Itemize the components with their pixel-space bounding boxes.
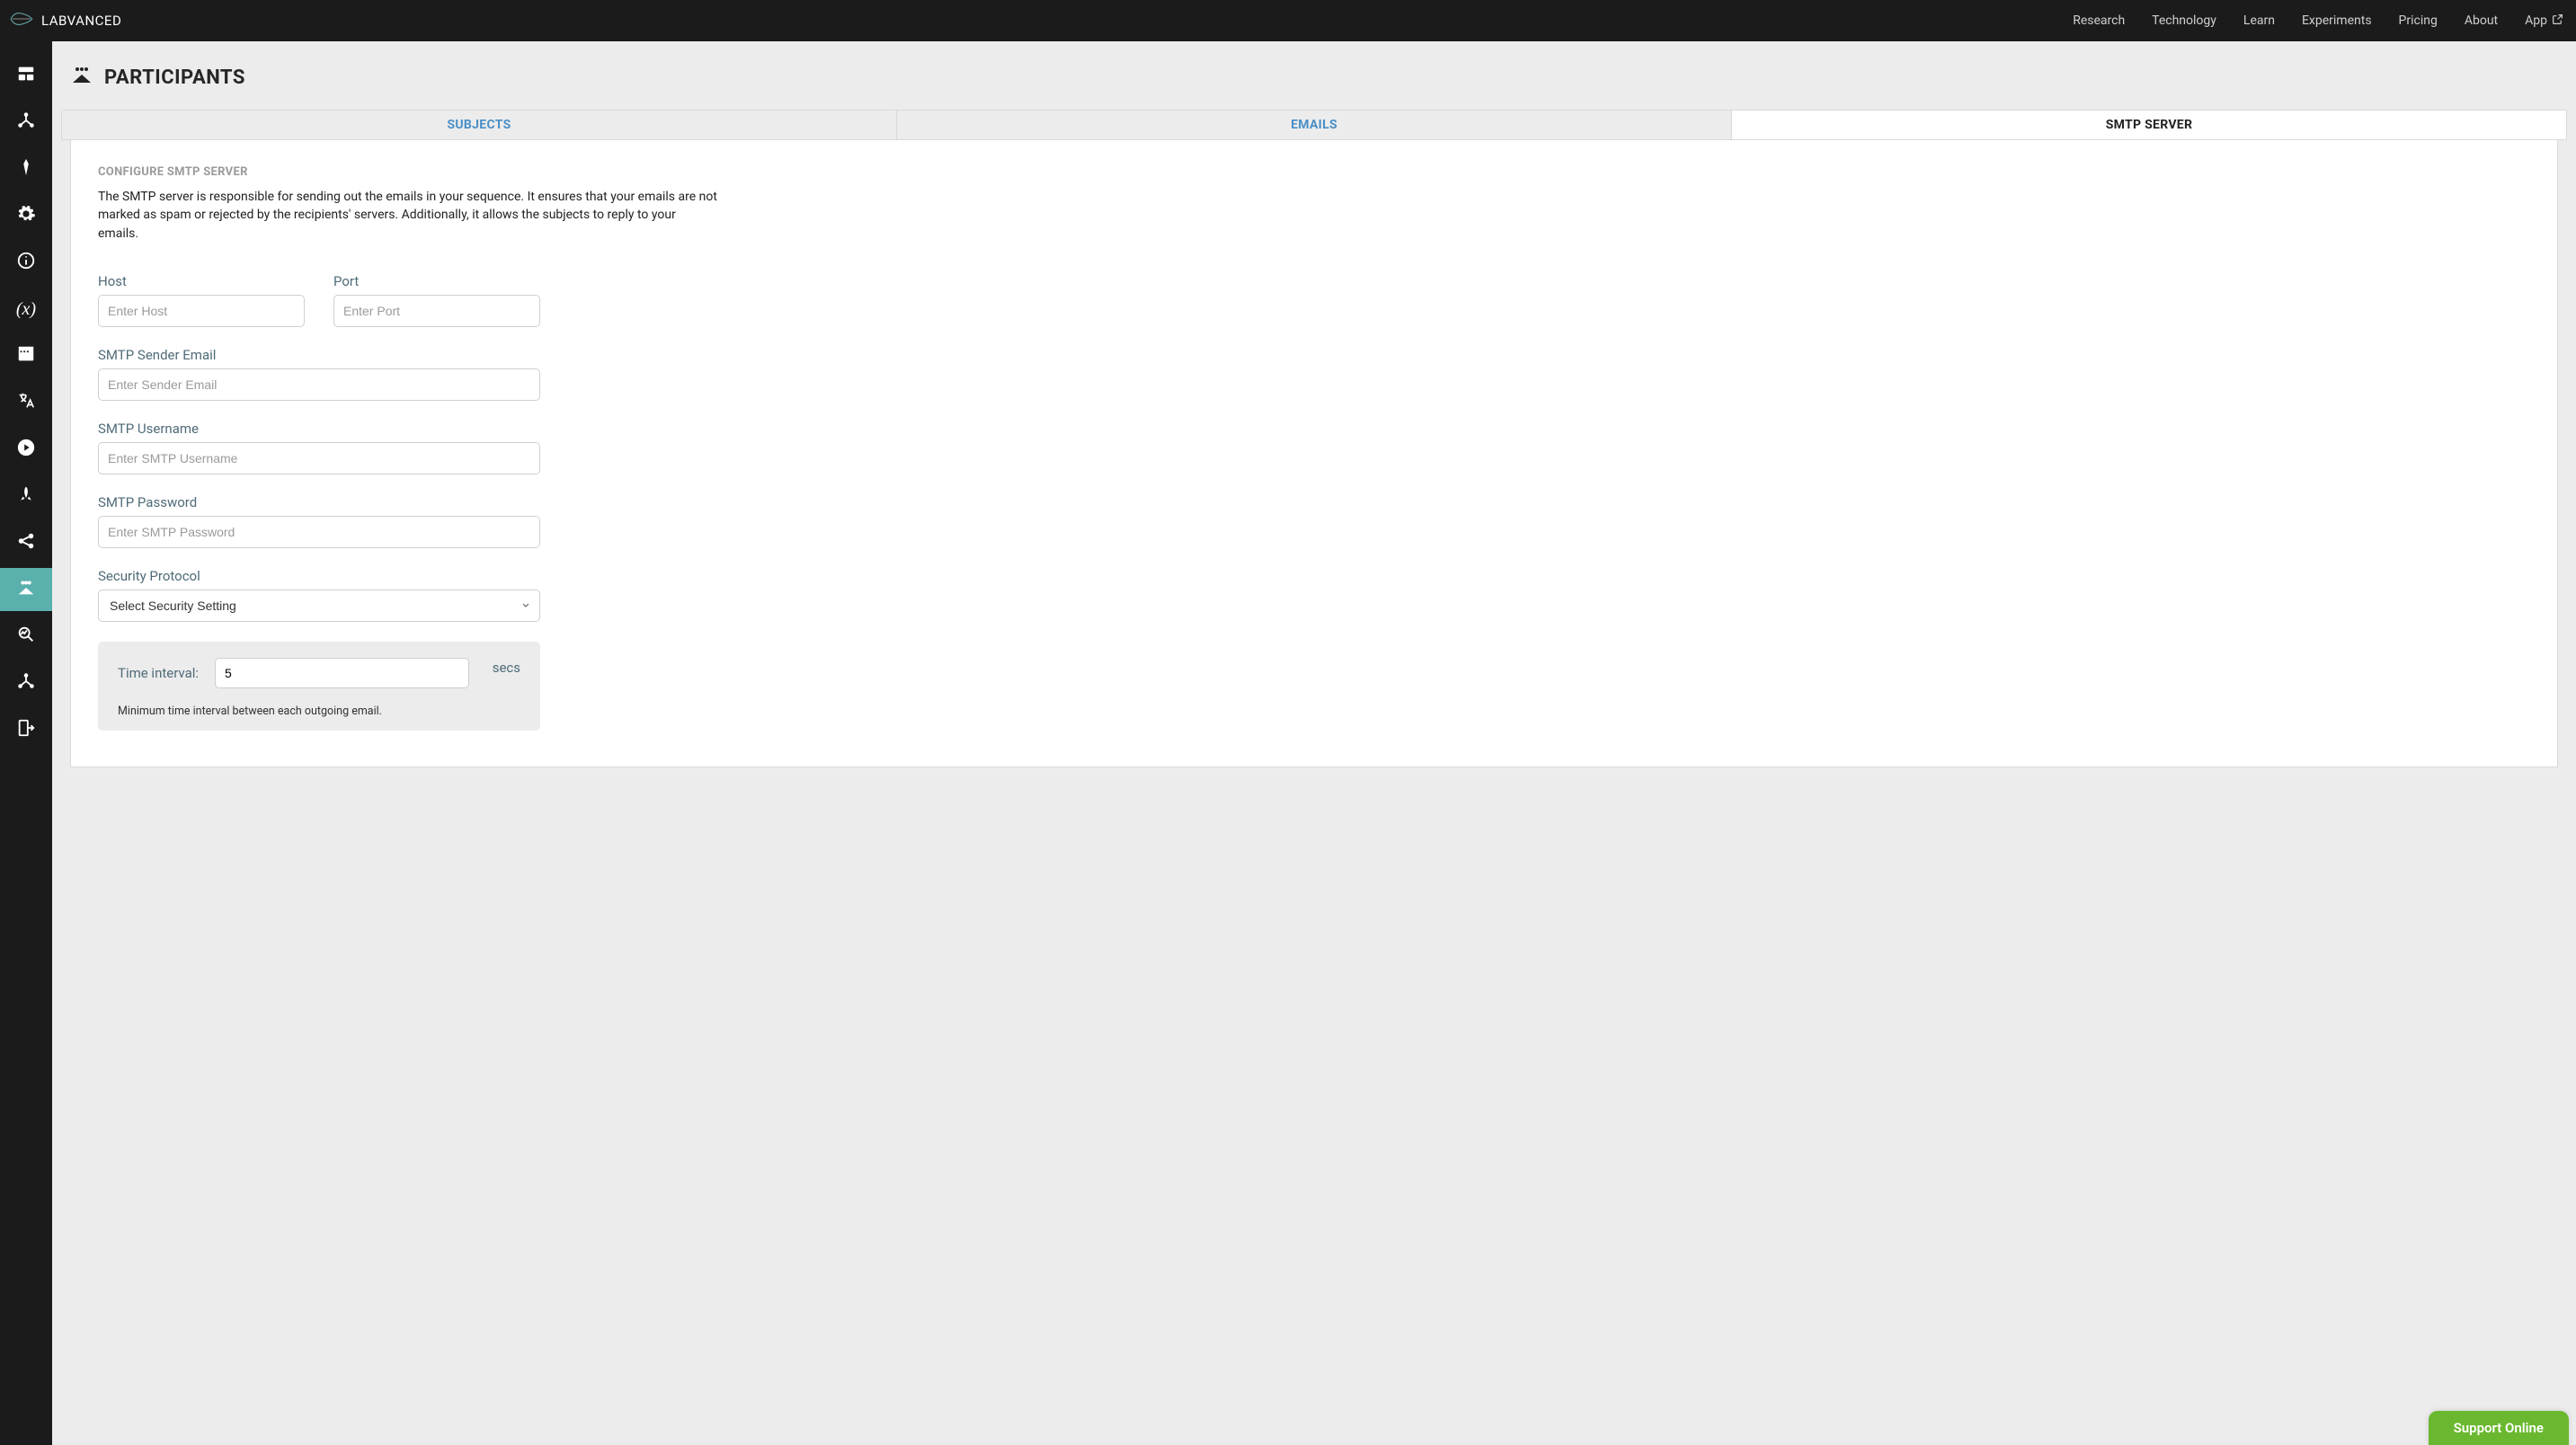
topbar: LABVANCED Research Technology Learn Expe… <box>0 0 2576 41</box>
security-protocol-select[interactable]: Select Security Setting <box>98 590 540 622</box>
time-interval-input[interactable] <box>215 658 469 688</box>
sidebar-item-participants[interactable] <box>0 568 52 611</box>
sidebar-item-logout[interactable] <box>0 708 52 751</box>
tab-subjects[interactable]: SUBJECTS <box>62 111 897 139</box>
dashboard-icon <box>16 64 36 87</box>
nav-pricing[interactable]: Pricing <box>2399 13 2438 28</box>
sidebar-item-settings[interactable] <box>0 194 52 237</box>
play-icon <box>16 438 36 461</box>
nav-app-label: App <box>2525 13 2547 28</box>
sender-email-input[interactable] <box>98 368 540 401</box>
smtp-username-label: SMTP Username <box>98 421 2530 437</box>
tabs: SUBJECTS EMAILS SMTP SERVER <box>61 110 2567 140</box>
host-input[interactable] <box>98 295 305 327</box>
brand-name: LABVANCED <box>41 13 121 29</box>
info-icon <box>16 251 36 274</box>
content: PARTICIPANTS SUBJECTS EMAILS SMTP SERVER… <box>52 41 2576 1445</box>
export-icon <box>16 671 36 695</box>
time-interval-unit: secs <box>493 658 520 676</box>
nav-research[interactable]: Research <box>2073 13 2125 28</box>
sidebar-item-structure[interactable] <box>0 101 52 144</box>
nav-technology[interactable]: Technology <box>2152 13 2216 28</box>
translate-icon <box>16 391 36 414</box>
variables-icon: (x) <box>16 300 36 318</box>
smtp-password-label: SMTP Password <box>98 494 2530 510</box>
smtp-panel: CONFIGURE SMTP SERVER The SMTP server is… <box>70 140 2558 767</box>
gear-icon <box>16 204 36 227</box>
sidebar-item-share[interactable] <box>0 521 52 564</box>
sender-email-label: SMTP Sender Email <box>98 347 2530 363</box>
sidebar-item-export[interactable] <box>0 661 52 705</box>
logout-icon <box>16 718 36 741</box>
sidebar-item-run[interactable] <box>0 428 52 471</box>
share-icon <box>16 531 36 554</box>
tab-emails[interactable]: EMAILS <box>897 111 1732 139</box>
time-interval-help: Minimum time interval between each outgo… <box>118 705 520 718</box>
support-online-button[interactable]: Support Online <box>2429 1411 2569 1445</box>
sidebar-item-media[interactable] <box>0 334 52 377</box>
brand[interactable]: LABVANCED <box>9 10 121 31</box>
analyze-icon <box>16 625 36 648</box>
time-interval-box: Time interval: secs Minimum time interva… <box>98 642 540 731</box>
nav-about[interactable]: About <box>2465 13 2498 28</box>
rocket-icon <box>17 484 35 508</box>
sidebar-item-analyze[interactable] <box>0 615 52 658</box>
page-title: PARTICIPANTS <box>104 66 245 89</box>
media-icon <box>16 344 36 368</box>
security-protocol-label: Security Protocol <box>98 568 2530 584</box>
nav-experiments[interactable]: Experiments <box>2302 13 2372 28</box>
sidebar-item-dashboard[interactable] <box>0 54 52 97</box>
section-description: The SMTP server is responsible for sendi… <box>98 188 718 243</box>
sidebar-item-publish[interactable] <box>0 474 52 518</box>
smtp-password-input[interactable] <box>98 516 540 548</box>
design-icon <box>16 157 36 181</box>
port-label: Port <box>333 273 540 289</box>
nav-learn[interactable]: Learn <box>2243 13 2275 28</box>
sidebar-item-design[interactable] <box>0 147 52 191</box>
host-label: Host <box>98 273 305 289</box>
nav-app[interactable]: App <box>2525 13 2563 29</box>
support-online-label: Support Online <box>2454 1420 2544 1436</box>
top-nav: Research Technology Learn Experiments Pr… <box>2073 13 2563 29</box>
smtp-username-input[interactable] <box>98 442 540 474</box>
port-input[interactable] <box>333 295 540 327</box>
structure-icon <box>16 111 36 134</box>
sidebar-item-translate[interactable] <box>0 381 52 424</box>
section-title: CONFIGURE SMTP SERVER <box>98 165 2530 179</box>
time-interval-label: Time interval: <box>118 665 199 681</box>
participants-icon <box>15 578 37 601</box>
external-link-icon <box>2552 13 2563 29</box>
brand-logo-icon <box>9 10 34 31</box>
page-header: PARTICIPANTS <box>52 41 2576 110</box>
sidebar-item-info[interactable] <box>0 241 52 284</box>
sidebar-item-variables[interactable]: (x) <box>0 288 52 331</box>
tab-smtp-server[interactable]: SMTP SERVER <box>1732 111 2566 139</box>
participants-header-icon <box>70 65 93 90</box>
sidebar: (x) <box>0 41 52 1445</box>
